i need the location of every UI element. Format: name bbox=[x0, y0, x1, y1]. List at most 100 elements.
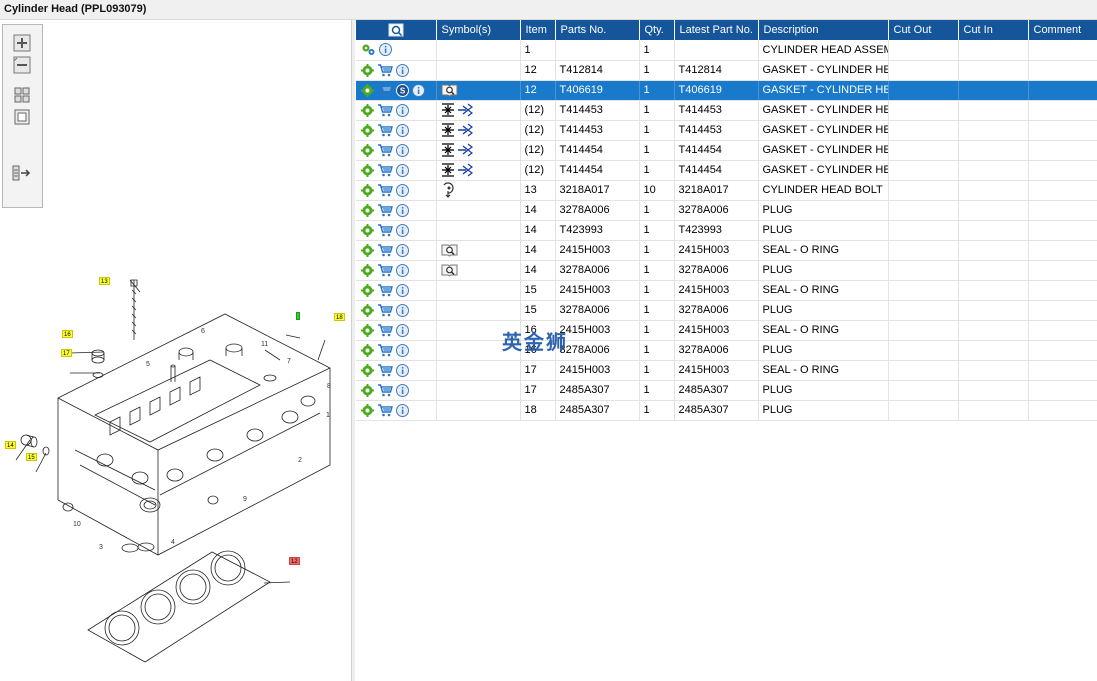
info-icon[interactable] bbox=[412, 83, 425, 97]
header-comment[interactable]: Comment bbox=[1028, 20, 1097, 40]
cart-icon[interactable] bbox=[377, 123, 393, 137]
info-icon[interactable] bbox=[396, 323, 409, 337]
gear-icon[interactable] bbox=[361, 303, 374, 317]
info-icon[interactable] bbox=[396, 343, 409, 357]
table-row[interactable]: 17 2415H003 1 2415H003 SEAL - O RING bbox=[356, 360, 1097, 381]
cart-icon[interactable] bbox=[377, 103, 393, 117]
interchange-icon[interactable] bbox=[441, 102, 475, 118]
cart-icon[interactable] bbox=[377, 243, 393, 257]
gear-icon[interactable] bbox=[361, 183, 374, 197]
gear-icon[interactable] bbox=[361, 63, 374, 77]
callout-13[interactable]: 13 bbox=[99, 277, 110, 285]
gear-icon[interactable] bbox=[361, 103, 374, 117]
cart-icon[interactable] bbox=[377, 343, 393, 357]
interchange-icon[interactable] bbox=[441, 142, 475, 158]
callout-15[interactable]: 15 bbox=[26, 453, 37, 461]
table-row[interactable]: 14 T423993 1 T423993 PLUG bbox=[356, 220, 1097, 241]
info-icon[interactable] bbox=[396, 163, 409, 177]
assembly-icon[interactable] bbox=[361, 43, 376, 56]
gear-icon[interactable] bbox=[361, 403, 374, 417]
gear-icon[interactable] bbox=[361, 363, 374, 377]
table-row[interactable]: 13 3218A017 10 3218A017 CYLINDER HEAD BOLT bbox=[356, 180, 1097, 201]
info-icon[interactable] bbox=[396, 243, 409, 257]
table-row[interactable]: 15 3278A006 1 3278A006 PLUG bbox=[356, 300, 1097, 321]
gear-icon[interactable] bbox=[361, 83, 374, 97]
zoom-in-button[interactable] bbox=[11, 33, 33, 53]
cart-icon[interactable] bbox=[377, 303, 393, 317]
interchange-icon[interactable] bbox=[441, 162, 475, 178]
diagram-pane[interactable]: 11 6 5 7 8 1 2 9 10 3 4 13 16 17 14 15 1… bbox=[0, 20, 351, 681]
info-icon[interactable] bbox=[396, 403, 409, 417]
show-list-button[interactable] bbox=[11, 163, 33, 183]
callout-14[interactable]: 14 bbox=[5, 441, 16, 449]
table-row[interactable]: (12)T4144531T414453GASKET - CYLINDER HEA… bbox=[356, 100, 1097, 121]
info-icon[interactable] bbox=[396, 123, 409, 137]
table-row[interactable]: 14 3278A006 1 3278A006 PLUG bbox=[356, 260, 1097, 281]
cart-icon[interactable] bbox=[377, 63, 393, 77]
gear-icon[interactable] bbox=[361, 383, 374, 397]
info-icon[interactable] bbox=[396, 303, 409, 317]
header-item[interactable]: Item bbox=[520, 20, 556, 40]
gear-icon[interactable] bbox=[361, 163, 374, 177]
table-row[interactable]: 16 2415H003 1 2415H003 SEAL - O RING bbox=[356, 320, 1097, 341]
gear-icon[interactable] bbox=[361, 323, 374, 337]
cart-icon[interactable] bbox=[377, 163, 393, 177]
table-row[interactable]: 14 2415H003 1 2415H003 SEAL - O RING bbox=[356, 240, 1097, 261]
cart-icon[interactable] bbox=[377, 283, 393, 297]
table-row[interactable]: 17 2485A307 1 2485A307 PLUG bbox=[356, 380, 1097, 401]
table-row[interactable]: (12)T4144541T414454GASKET - CYLINDER HEA… bbox=[356, 140, 1097, 161]
torque-icon[interactable] bbox=[441, 182, 457, 198]
gear-icon[interactable] bbox=[361, 143, 374, 157]
gear-icon[interactable] bbox=[361, 223, 374, 237]
info-icon[interactable] bbox=[396, 183, 409, 197]
pane-splitter[interactable] bbox=[351, 20, 355, 681]
gear-icon[interactable] bbox=[361, 123, 374, 137]
table-row[interactable]: 12T4128141T412814GASKET - CYLINDER HEAD bbox=[356, 60, 1097, 81]
cart-icon[interactable] bbox=[377, 223, 393, 237]
table-row[interactable]: 16 3278A006 1 3278A006 PLUG bbox=[356, 340, 1097, 361]
cart-icon[interactable] bbox=[377, 383, 393, 397]
header-icon-column[interactable] bbox=[356, 20, 437, 40]
header-parts-no[interactable]: Parts No. bbox=[555, 20, 640, 40]
info-icon[interactable] bbox=[396, 283, 409, 297]
cart-icon[interactable] bbox=[377, 263, 393, 277]
table-row[interactable]: 1 1 CYLINDER HEAD ASSEMB bbox=[356, 40, 1097, 61]
cart-icon[interactable] bbox=[377, 323, 393, 337]
table-row[interactable]: (12)T4144531T414453GASKET - CYLINDER HEA… bbox=[356, 120, 1097, 141]
s-badge-icon[interactable]: S bbox=[396, 83, 409, 97]
header-latest-part-no[interactable]: Latest Part No. bbox=[674, 20, 759, 40]
cart-icon[interactable] bbox=[377, 403, 393, 417]
fit-all-button[interactable] bbox=[11, 85, 33, 105]
cart-icon[interactable] bbox=[377, 143, 393, 157]
header-cut-out[interactable]: Cut Out bbox=[888, 20, 959, 40]
gear-icon[interactable] bbox=[361, 263, 374, 277]
gear-icon[interactable] bbox=[361, 243, 374, 257]
header-description[interactable]: Description bbox=[758, 20, 889, 40]
cart-icon[interactable] bbox=[377, 183, 393, 197]
table-row[interactable]: S12T4066191T406619GASKET - CYLINDER HEAD bbox=[356, 80, 1097, 101]
gear-icon[interactable] bbox=[361, 343, 374, 357]
table-row[interactable]: 14 3278A006 1 3278A006 PLUG bbox=[356, 200, 1097, 221]
header-symbols[interactable]: Symbol(s) bbox=[436, 20, 521, 40]
book-search-icon[interactable] bbox=[441, 263, 458, 277]
info-icon[interactable] bbox=[396, 143, 409, 157]
info-icon[interactable] bbox=[396, 63, 409, 77]
gear-icon[interactable] bbox=[361, 283, 374, 297]
info-icon[interactable] bbox=[396, 383, 409, 397]
callout-16[interactable]: 16 bbox=[62, 330, 73, 338]
info-icon[interactable] bbox=[396, 263, 409, 277]
info-icon[interactable] bbox=[396, 103, 409, 117]
fit-window-button[interactable] bbox=[11, 107, 33, 127]
header-cut-in[interactable]: Cut In bbox=[958, 20, 1029, 40]
interchange-icon[interactable] bbox=[441, 122, 475, 138]
callout-18[interactable]: 18 bbox=[334, 313, 345, 321]
callout-17[interactable]: 17 bbox=[61, 349, 72, 357]
cart-icon[interactable] bbox=[377, 203, 393, 217]
header-qty[interactable]: Qty. bbox=[639, 20, 675, 40]
cart-icon[interactable] bbox=[377, 363, 393, 377]
table-row[interactable]: 15 2415H003 1 2415H003 SEAL - O RING bbox=[356, 280, 1097, 301]
cart-icon[interactable] bbox=[377, 83, 393, 97]
gear-icon[interactable] bbox=[361, 203, 374, 217]
book-search-icon[interactable] bbox=[441, 243, 458, 257]
zoom-out-button[interactable] bbox=[11, 55, 33, 75]
